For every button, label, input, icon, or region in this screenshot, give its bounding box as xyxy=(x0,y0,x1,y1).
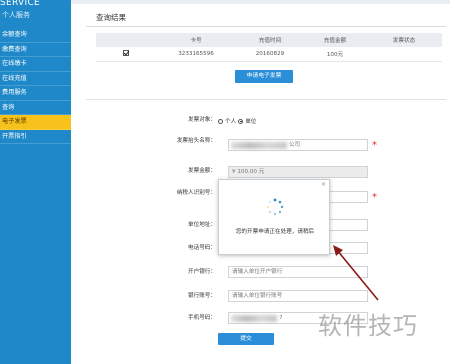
watermark: 软件技巧 xyxy=(318,312,418,340)
